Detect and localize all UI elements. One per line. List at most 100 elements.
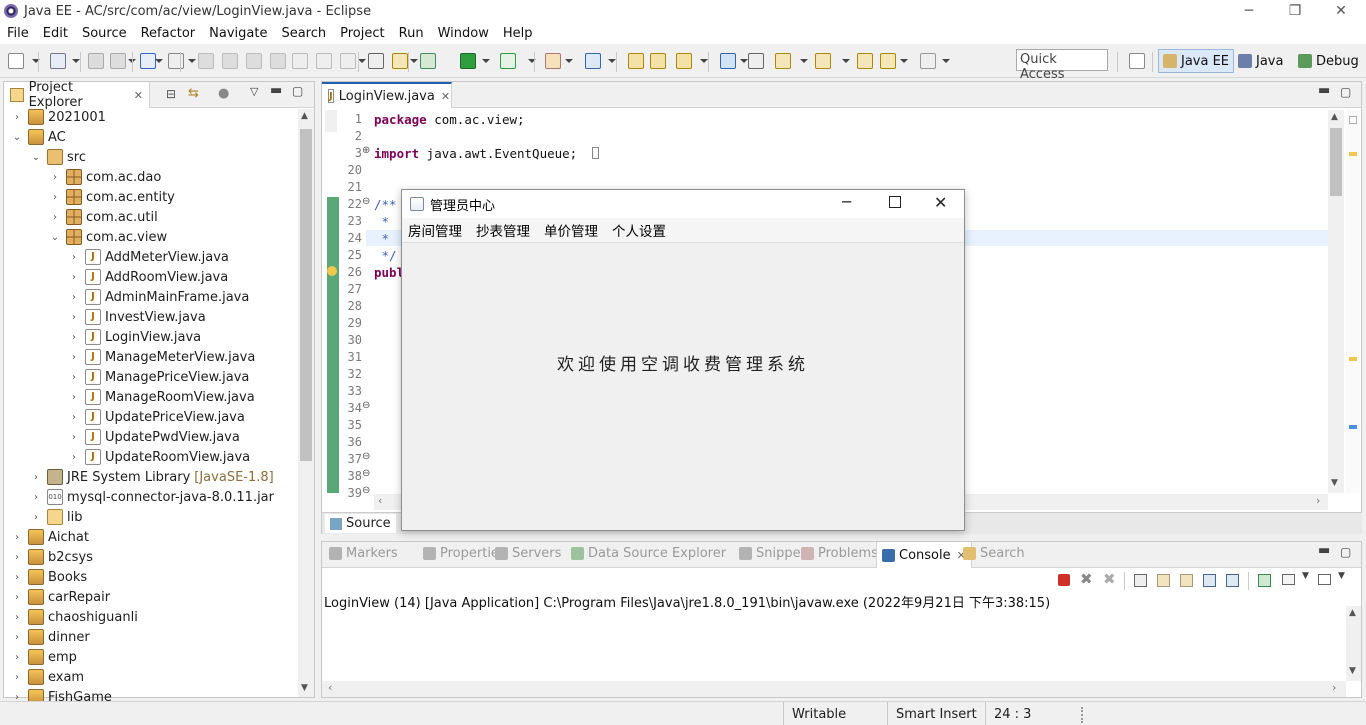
chevron-right-icon[interactable]: › (69, 292, 79, 303)
tree-item[interactable]: › Books (12, 567, 87, 587)
save-icon[interactable] (88, 53, 104, 69)
prev-annotation-icon[interactable] (815, 53, 831, 69)
dropdown-arrow-icon[interactable] (155, 59, 163, 63)
chevron-right-icon[interactable]: › (12, 572, 22, 583)
tree-item[interactable]: › JRE System Library [JavaSE-1.8] (31, 467, 274, 487)
close-tab-icon[interactable]: ✕ (134, 89, 143, 102)
dialog-close-button[interactable]: ✕ (934, 193, 947, 212)
suspend-icon[interactable] (222, 53, 238, 69)
dialog-menu-item[interactable]: 单价管理 (544, 220, 598, 240)
show-stdout-icon[interactable] (1203, 574, 1216, 587)
disconnect-icon[interactable] (270, 53, 286, 69)
open-console-toolbar-icon[interactable] (140, 53, 156, 69)
chevron-right-icon[interactable]: › (69, 412, 79, 423)
tree-item[interactable]: › dinner (12, 627, 90, 647)
dropdown-arrow-icon[interactable] (740, 59, 748, 63)
dropdown-arrow-icon[interactable] (842, 59, 850, 63)
tree-item[interactable]: › J UpdatePwdView.java (69, 427, 240, 447)
step-return-icon[interactable] (340, 53, 356, 69)
perspective-java-ee[interactable]: Java EE (1158, 49, 1235, 73)
next-annotation-down-icon[interactable] (775, 53, 791, 69)
fold-collapse-icon[interactable]: ⊖ (362, 485, 370, 496)
clear-console-icon[interactable] (1134, 574, 1147, 587)
link-with-editor-icon[interactable]: ⇆ (188, 86, 199, 101)
terminate-toolbar-icon[interactable] (246, 53, 262, 69)
toggle-block-icon[interactable] (368, 53, 384, 69)
new-class-icon[interactable] (585, 53, 601, 69)
chevron-right-icon[interactable]: › (69, 272, 79, 283)
tree-scroll-thumb[interactable] (300, 129, 312, 461)
open-console-dropdown-icon[interactable]: ▼ (1338, 571, 1345, 581)
menu-project[interactable]: Project (333, 26, 391, 41)
chevron-right-icon[interactable]: › (69, 392, 79, 403)
tree-item[interactable]: › J UpdateRoomView.java (69, 447, 250, 467)
code-line[interactable]: * (374, 214, 397, 229)
chevron-right-icon[interactable]: › (12, 532, 22, 543)
tab-loginview-java[interactable]: J LoginView.java ✕ (322, 82, 452, 108)
dropdown-arrow-icon[interactable] (608, 59, 616, 63)
chevron-down-icon[interactable]: ⌄ (31, 152, 41, 163)
forward-icon[interactable] (920, 53, 936, 69)
tree-item[interactable]: › J AdminMainFrame.java (69, 287, 249, 307)
new-icon[interactable] (8, 53, 24, 69)
tree-item[interactable]: › J AddRoomView.java (69, 267, 228, 287)
tree-item[interactable]: › 2021001 (12, 107, 106, 127)
menu-search[interactable]: Search (274, 26, 333, 41)
chevron-right-icon[interactable]: › (12, 632, 22, 643)
chevron-right-icon[interactable]: › (50, 172, 60, 183)
quick-access-input[interactable]: Quick Access (1016, 49, 1108, 82)
tree-item[interactable]: › carRepair (12, 587, 110, 607)
dropdown-arrow-icon[interactable] (358, 59, 366, 63)
web-browser-icon[interactable] (720, 53, 736, 69)
terminate-icon[interactable] (1058, 574, 1070, 586)
coverage-icon[interactable] (500, 53, 516, 69)
tab-source[interactable]: Source (325, 514, 396, 533)
search-toolbar-icon[interactable] (676, 53, 692, 69)
chevron-right-icon[interactable]: › (12, 112, 22, 123)
minimize-editor-icon[interactable]: ▬ (1318, 83, 1330, 98)
folded-block-marker[interactable] (592, 147, 599, 159)
filters-icon[interactable]: ● (218, 86, 229, 101)
next-annotation-icon[interactable] (392, 53, 408, 69)
show-stderr-icon[interactable] (1226, 574, 1239, 587)
chevron-right-icon[interactable]: › (31, 492, 41, 503)
step-over-icon[interactable] (316, 53, 332, 69)
console-vscrollbar[interactable]: ▲ ▼ (1346, 606, 1361, 681)
dropdown-arrow-icon[interactable] (800, 59, 808, 63)
view-menu-icon[interactable]: ▽ (250, 85, 258, 98)
restore-button[interactable]: ❐ (1272, 0, 1318, 22)
tree-item[interactable]: › emp (12, 647, 77, 667)
chevron-right-icon[interactable]: › (69, 312, 79, 323)
dialog-minimize-button[interactable]: ─ (842, 193, 851, 211)
menu-window[interactable]: Window (431, 26, 496, 41)
skip-breakpoints-icon[interactable] (168, 53, 184, 69)
dropdown-arrow-icon[interactable] (410, 59, 418, 63)
fold-collapse-icon[interactable]: ⊖ (362, 468, 370, 479)
code-line[interactable]: * (374, 231, 397, 246)
chevron-right-icon[interactable]: › (31, 472, 41, 483)
dropdown-arrow-icon[interactable] (565, 59, 573, 63)
editor-vscrollbar[interactable]: ▲ ▼ (1328, 110, 1344, 493)
dropdown-arrow-icon[interactable] (72, 59, 80, 63)
tree-item[interactable]: ⌄ AC (12, 127, 66, 147)
close-editor-tab-icon[interactable]: ✕ (441, 90, 450, 103)
debug-icon[interactable] (420, 53, 436, 69)
tab-servers[interactable]: Servers (490, 542, 566, 564)
menu-refactor[interactable]: Refactor (134, 26, 203, 41)
maximize-view-icon[interactable]: ▢ (292, 84, 303, 98)
back-icon[interactable] (857, 53, 873, 69)
chevron-right-icon[interactable]: › (50, 192, 60, 203)
tree-item[interactable]: › J UpdatePriceView.java (69, 407, 245, 427)
perspective-java[interactable]: Java (1234, 49, 1287, 73)
tree-item[interactable]: › J ManageRoomView.java (69, 387, 255, 407)
dialog-menu-item[interactable]: 抄表管理 (476, 220, 530, 240)
scroll-up-icon[interactable]: ▲ (301, 111, 308, 121)
minimize-button[interactable]: ─ (1226, 0, 1272, 22)
fold-collapse-icon[interactable]: ⊖ (362, 400, 370, 411)
minimize-view-icon[interactable]: ▬ (270, 83, 282, 98)
dialog-menu-item[interactable]: 个人设置 (612, 220, 666, 240)
chevron-right-icon[interactable]: › (69, 432, 79, 443)
chevron-right-icon[interactable]: › (69, 332, 79, 343)
code-line[interactable]: */ (374, 248, 397, 263)
menu-edit[interactable]: Edit (36, 26, 75, 41)
